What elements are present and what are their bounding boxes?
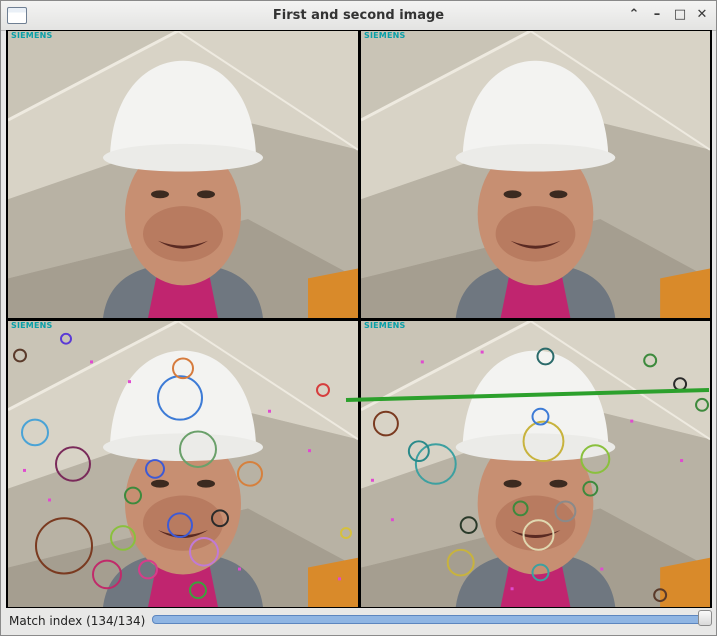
minimize-icon[interactable]: –: [649, 7, 665, 23]
maximize-icon[interactable]: □: [672, 7, 688, 23]
app-window: First and second image ⌃ – □ ✕ SIEMENS S…: [0, 0, 717, 636]
close-icon[interactable]: ✕: [694, 7, 710, 23]
slider-handle[interactable]: [698, 610, 712, 626]
window-title: First and second image: [272, 8, 445, 23]
match-index-slider[interactable]: [152, 615, 709, 624]
match-line-overlay: [345, 388, 710, 402]
match-index-label: Match index (134/134): [9, 614, 146, 628]
chevron-up-icon[interactable]: ⌃: [626, 7, 642, 23]
status-bar: Match index (134/134): [1, 610, 716, 635]
image-canvas: SIEMENS SIEMENS SIEMENS SIEMENS: [6, 30, 712, 608]
match-line: [345, 388, 710, 402]
title-bar[interactable]: First and second image ⌃ – □ ✕: [1, 1, 716, 31]
